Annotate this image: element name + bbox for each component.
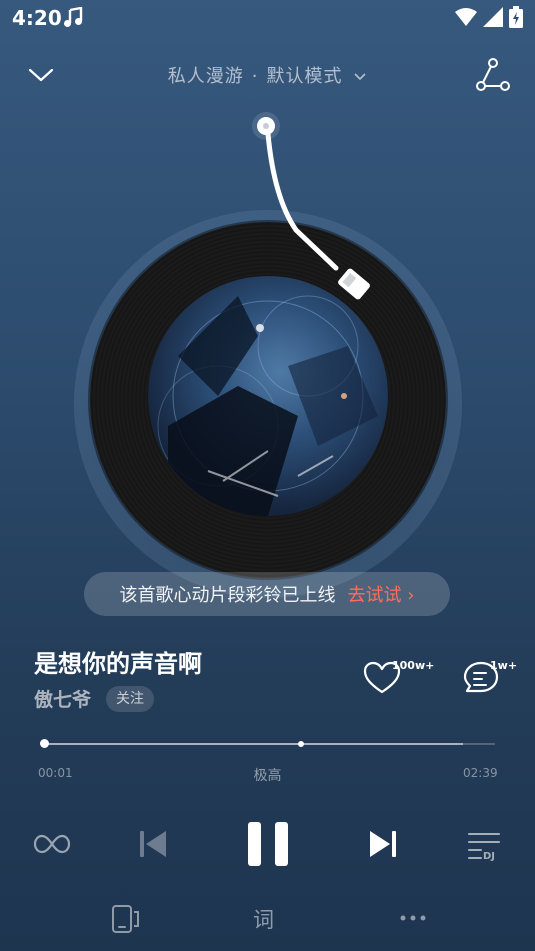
music-note-icon — [64, 7, 83, 27]
battery-charging-icon — [509, 6, 523, 28]
tonearm — [252, 112, 370, 300]
dj-playlist-icon[interactable]: DJ — [466, 830, 502, 862]
pause-icon[interactable] — [244, 820, 292, 868]
status-icons — [455, 6, 523, 28]
artist-name[interactable]: 傲七爷 — [34, 685, 91, 712]
like-count: 100w+ — [392, 659, 435, 672]
chevron-down-icon — [354, 73, 366, 81]
previous-icon[interactable] — [136, 826, 170, 862]
ringtone-try-link[interactable]: 去试试 › — [348, 581, 415, 607]
mode-selector[interactable]: 私人漫游 · 默认模式 — [0, 62, 535, 88]
device-icon[interactable] — [110, 904, 140, 934]
total-time: 02:39 — [463, 766, 498, 780]
quality-selector[interactable]: 极高 — [0, 765, 535, 785]
wifi-icon — [455, 8, 477, 26]
signal-icon — [483, 7, 503, 27]
follow-button[interactable]: 关注 — [106, 686, 154, 712]
more-icon[interactable] — [398, 906, 428, 930]
mode-separator: · — [251, 66, 259, 87]
climax-marker[interactable] — [298, 741, 304, 747]
ringtone-banner-text: 该首歌心动片段彩铃已上线 — [119, 585, 336, 606]
mode-label: 私人漫游 — [167, 66, 244, 87]
progress-buffer — [42, 743, 464, 745]
share-icon[interactable] — [474, 56, 512, 94]
album-cover — [148, 276, 388, 516]
svg-text:DJ: DJ — [483, 851, 495, 862]
progress-thumb[interactable] — [40, 739, 50, 748]
song-title: 是想你的声音啊 — [34, 650, 202, 678]
status-bar: 4:20 — [0, 0, 535, 36]
next-icon[interactable] — [366, 826, 400, 862]
loop-icon[interactable] — [32, 828, 72, 860]
submode-label: 默认模式 — [266, 66, 343, 87]
status-time: 4:20 — [12, 6, 62, 30]
lyrics-button[interactable]: 词 — [253, 904, 274, 934]
comment-count: 1w+ — [490, 659, 518, 672]
ringtone-banner[interactable]: 该首歌心动片段彩铃已上线 去试试 › — [84, 572, 450, 616]
